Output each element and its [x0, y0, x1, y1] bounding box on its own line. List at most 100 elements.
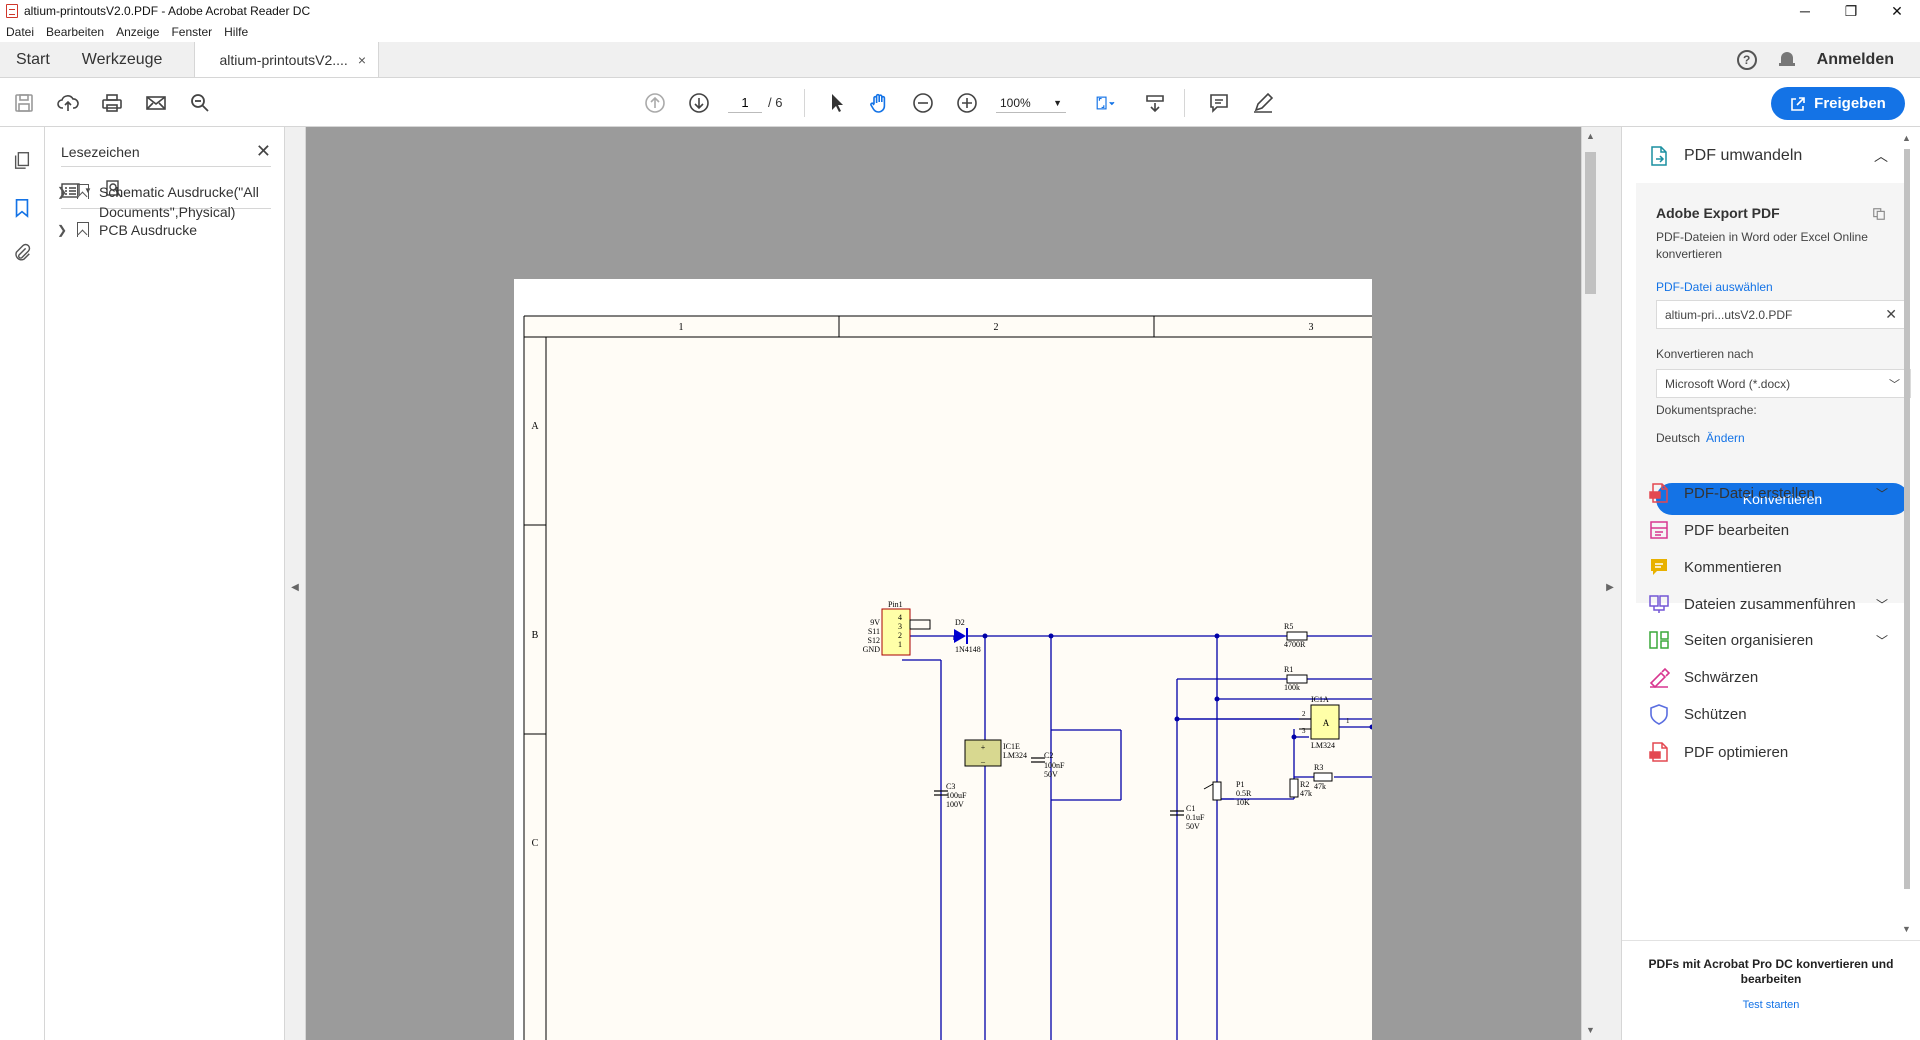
menu-window[interactable]: Fenster [171, 25, 218, 39]
tab-document[interactable]: altium-printoutsV2.... × [194, 42, 380, 77]
menu-view[interactable]: Anzeige [116, 25, 165, 39]
tab-close-icon[interactable]: × [358, 52, 366, 68]
collapse-right-panel-icon[interactable]: ▶ [1604, 574, 1616, 600]
menu-file[interactable]: Datei [6, 25, 40, 39]
start-trial-link[interactable]: Test starten [1622, 999, 1920, 1011]
tool-protect[interactable]: Schützen [1648, 700, 1888, 728]
tools-pane-scrollbar[interactable]: ▲ ▼ [1902, 127, 1914, 937]
svg-text:+: + [981, 743, 986, 752]
document-language-label: Dokumentsprache: [1656, 403, 1757, 417]
page-fit-icon[interactable] [1090, 91, 1122, 115]
right-panel-splitter[interactable]: ▶ [1598, 127, 1622, 1040]
notifications-bell-icon[interactable] [1778, 51, 1795, 69]
expand-chevron-icon[interactable]: ❯ [57, 220, 71, 240]
pin-number: 4 [898, 613, 902, 622]
document-scrollbar[interactable]: ▲ ▼ [1581, 127, 1598, 1040]
component-value: 0.1uF [1186, 813, 1205, 822]
chevron-down-icon[interactable]: ﹀ [1876, 596, 1888, 613]
tab-tools[interactable]: Werkzeuge [66, 42, 179, 77]
pen-sign-icon[interactable] [1251, 91, 1275, 115]
document-viewport[interactable]: 1 2 3 A B C Pin1 4 3 2 1 9V S11 S12 GND … [306, 127, 1581, 1040]
comment-icon[interactable] [1207, 91, 1231, 115]
window-controls: ─ ❐ ✕ [1782, 0, 1920, 22]
previous-page-icon[interactable] [643, 91, 667, 115]
collapse-left-panel-icon[interactable]: ◀ [289, 574, 301, 600]
close-panel-icon[interactable]: ✕ [256, 141, 271, 162]
scrollbar-thumb[interactable] [1585, 152, 1596, 294]
expand-chevron-icon[interactable]: ❯ [57, 182, 71, 202]
export-title: Adobe Export PDF [1656, 205, 1780, 221]
select-file-link[interactable]: PDF-Datei auswählen [1656, 280, 1773, 294]
page-thumbnails-icon[interactable] [11, 149, 33, 171]
scrollbar-thumb[interactable] [1904, 149, 1910, 889]
selected-file-field[interactable]: altium-pri...utsV2.0.PDF ✕ [1656, 300, 1906, 329]
tool-create-pdf[interactable]: PDF-Datei erstellen ﹀ [1648, 479, 1888, 507]
change-language-link[interactable]: Ändern [1706, 431, 1745, 445]
tool-optimize-pdf[interactable]: PDF optimieren [1648, 738, 1888, 766]
zoom-level-value: 100% [1000, 95, 1031, 110]
row-label: B [532, 630, 539, 641]
share-button[interactable]: Freigeben [1771, 87, 1905, 120]
toolbar: / 6 100% ▼ Freigeben [0, 79, 1920, 127]
component-value: 47k [1314, 782, 1326, 791]
scroll-mode-icon[interactable] [1143, 91, 1167, 115]
scroll-up-icon[interactable]: ▲ [1902, 133, 1911, 143]
help-icon[interactable]: ? [1736, 49, 1757, 70]
redact-icon [1648, 666, 1670, 688]
email-icon[interactable] [144, 91, 168, 115]
print-icon[interactable] [100, 91, 124, 115]
page-number-input[interactable] [728, 93, 762, 113]
tool-combine-files[interactable]: Dateien zusammenführen ﹀ [1648, 590, 1888, 618]
component-value: 50V [1186, 822, 1200, 831]
sign-in-button[interactable]: Anmelden [1817, 51, 1894, 69]
document-language: Deutsch Ändern [1656, 431, 1745, 445]
scroll-up-icon[interactable]: ▲ [1582, 131, 1599, 141]
scroll-down-icon[interactable]: ▼ [1582, 1025, 1599, 1035]
bookmark-item[interactable]: ❯ PCB Ausdrucke [57, 220, 274, 240]
component-value: 1N4148 [955, 645, 981, 654]
zoom-in-icon[interactable] [955, 91, 979, 115]
scroll-down-icon[interactable]: ▼ [1902, 924, 1911, 934]
tool-label: PDF-Datei erstellen [1684, 484, 1815, 502]
next-page-icon[interactable] [687, 91, 711, 115]
bookmark-item[interactable]: ❯ Schematic Ausdrucke("All Documents",Ph… [57, 182, 274, 222]
close-window-button[interactable]: ✕ [1874, 0, 1920, 22]
upload-cloud-icon[interactable] [56, 91, 80, 115]
zoom-level-select[interactable]: 100% ▼ [996, 93, 1066, 113]
search-icon[interactable] [188, 91, 212, 115]
chevron-up-icon[interactable]: ︿ [1874, 146, 1888, 166]
column-label: 3 [1309, 322, 1314, 333]
select-cursor-icon[interactable] [825, 91, 849, 115]
hand-tool-icon[interactable] [867, 91, 891, 115]
pin-label: GND [863, 645, 881, 654]
tool-edit-pdf[interactable]: PDF bearbeiten [1648, 516, 1888, 544]
left-panel-splitter[interactable]: ◀ [285, 127, 306, 1040]
bookmarks-icon[interactable] [11, 197, 33, 219]
tool-comment[interactable]: Kommentieren [1648, 553, 1888, 581]
tool-organize-pages[interactable]: Seiten organisieren ﹀ [1648, 626, 1888, 654]
menu-edit[interactable]: Bearbeiten [46, 25, 110, 39]
clear-file-icon[interactable]: ✕ [1885, 306, 1897, 323]
chevron-down-icon[interactable]: ﹀ [1876, 485, 1888, 502]
tool-label: Seiten organisieren [1684, 631, 1814, 649]
component-ref: R2 [1300, 780, 1309, 789]
minimize-button[interactable]: ─ [1782, 0, 1828, 22]
convert-pdf-header[interactable]: PDF umwandeln ︿ [1648, 141, 1888, 171]
attachments-icon[interactable] [11, 241, 33, 263]
tool-label: Kommentieren [1684, 558, 1782, 576]
tool-label: Dateien zusammenführen [1684, 595, 1856, 613]
convert-format-select[interactable]: Microsoft Word (*.docx) ﹀ [1656, 369, 1911, 398]
chevron-down-icon: ﹀ [1889, 378, 1900, 391]
component-value: 100uF [946, 791, 967, 800]
chevron-down-icon[interactable]: ﹀ [1876, 632, 1888, 649]
zoom-out-icon[interactable] [911, 91, 935, 115]
acrobat-pdf-icon [6, 4, 18, 18]
tab-home[interactable]: Start [0, 42, 66, 77]
restore-button[interactable]: ❐ [1828, 0, 1874, 22]
create-pdf-icon [1648, 482, 1670, 504]
tool-redact[interactable]: Schwärzen [1648, 663, 1888, 691]
optimize-pdf-icon [1648, 741, 1670, 763]
copy-icon[interactable] [1872, 207, 1886, 224]
menu-help[interactable]: Hilfe [224, 25, 254, 39]
save-icon[interactable] [12, 91, 36, 115]
